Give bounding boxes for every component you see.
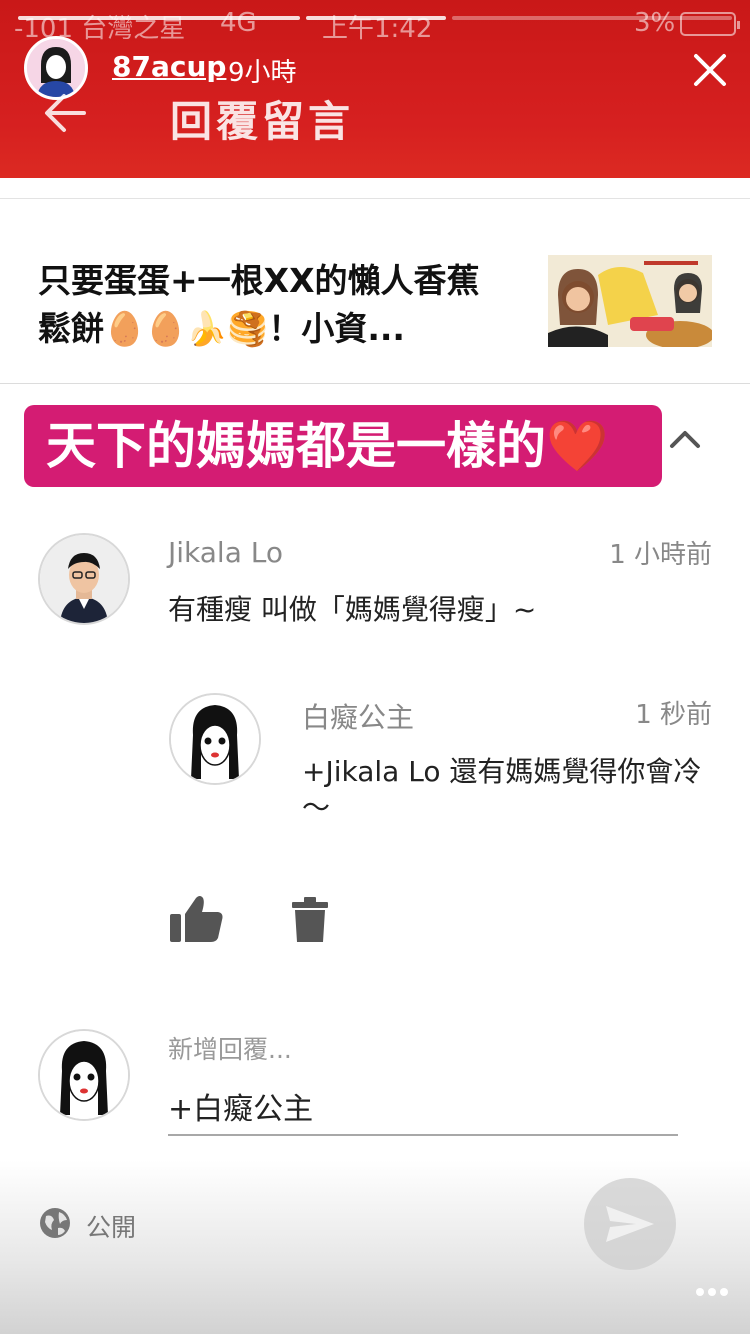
reply-input[interactable] bbox=[168, 1078, 678, 1136]
privacy-label[interactable]: 公開 bbox=[86, 1208, 136, 1244]
globe-icon[interactable] bbox=[38, 1206, 72, 1240]
close-icon[interactable] bbox=[690, 50, 730, 90]
post-preview[interactable]: 只要蛋蛋+一根XX的懶人香蕉鬆餅🥚🥚🍌🥞！小資... bbox=[0, 198, 750, 384]
comment-author[interactable]: 白癡公主 bbox=[302, 696, 414, 736]
avatar[interactable] bbox=[38, 533, 130, 625]
story-age: 9小時 bbox=[228, 58, 297, 88]
reply-field-label: 新增回覆... bbox=[168, 1035, 292, 1064]
chevron-up-icon[interactable] bbox=[668, 422, 702, 456]
post-title[interactable]: 只要蛋蛋+一根XX的懶人香蕉鬆餅🥚🥚🍌🥞！小資... bbox=[38, 257, 508, 353]
trash-icon[interactable] bbox=[290, 896, 330, 944]
avatar bbox=[38, 1029, 130, 1121]
comment-timestamp: 1 小時前 bbox=[609, 540, 712, 570]
story-header: -101 台灣之星 4G 上午1:42 3% 87acup 9小時 回覆留言 bbox=[0, 0, 750, 178]
story-caption-banner: 天下的媽媽都是一樣的❤️ bbox=[24, 405, 662, 487]
story-username[interactable]: 87acup bbox=[112, 50, 226, 83]
comment-text: +Jikala Lo 還有媽媽覺得你會冷～ bbox=[302, 755, 702, 824]
status-bar: -101 台灣之星 4G 上午1:42 3% bbox=[14, 8, 740, 44]
comment-text: 有種瘦 叫做「媽媽覺得瘦」~ bbox=[168, 593, 537, 626]
battery-icon bbox=[680, 12, 740, 36]
back-arrow-icon[interactable] bbox=[42, 90, 88, 136]
clock-label: 上午1:42 bbox=[322, 14, 433, 44]
send-button[interactable] bbox=[584, 1178, 676, 1270]
more-icon[interactable] bbox=[694, 1284, 730, 1298]
avatar[interactable] bbox=[169, 693, 261, 785]
page-title: 回覆留言 bbox=[170, 97, 355, 146]
network-label: 4G bbox=[220, 8, 257, 38]
banner-text: 天下的媽媽都是一樣的❤️ bbox=[46, 417, 609, 475]
comment-timestamp: 1 秒前 bbox=[635, 700, 712, 730]
send-icon bbox=[606, 1206, 654, 1242]
battery-percent: 3% bbox=[634, 8, 676, 38]
comment-author[interactable]: Jikala Lo bbox=[168, 536, 283, 569]
post-thumbnail[interactable] bbox=[548, 255, 712, 347]
thumbs-up-icon[interactable] bbox=[168, 894, 224, 944]
